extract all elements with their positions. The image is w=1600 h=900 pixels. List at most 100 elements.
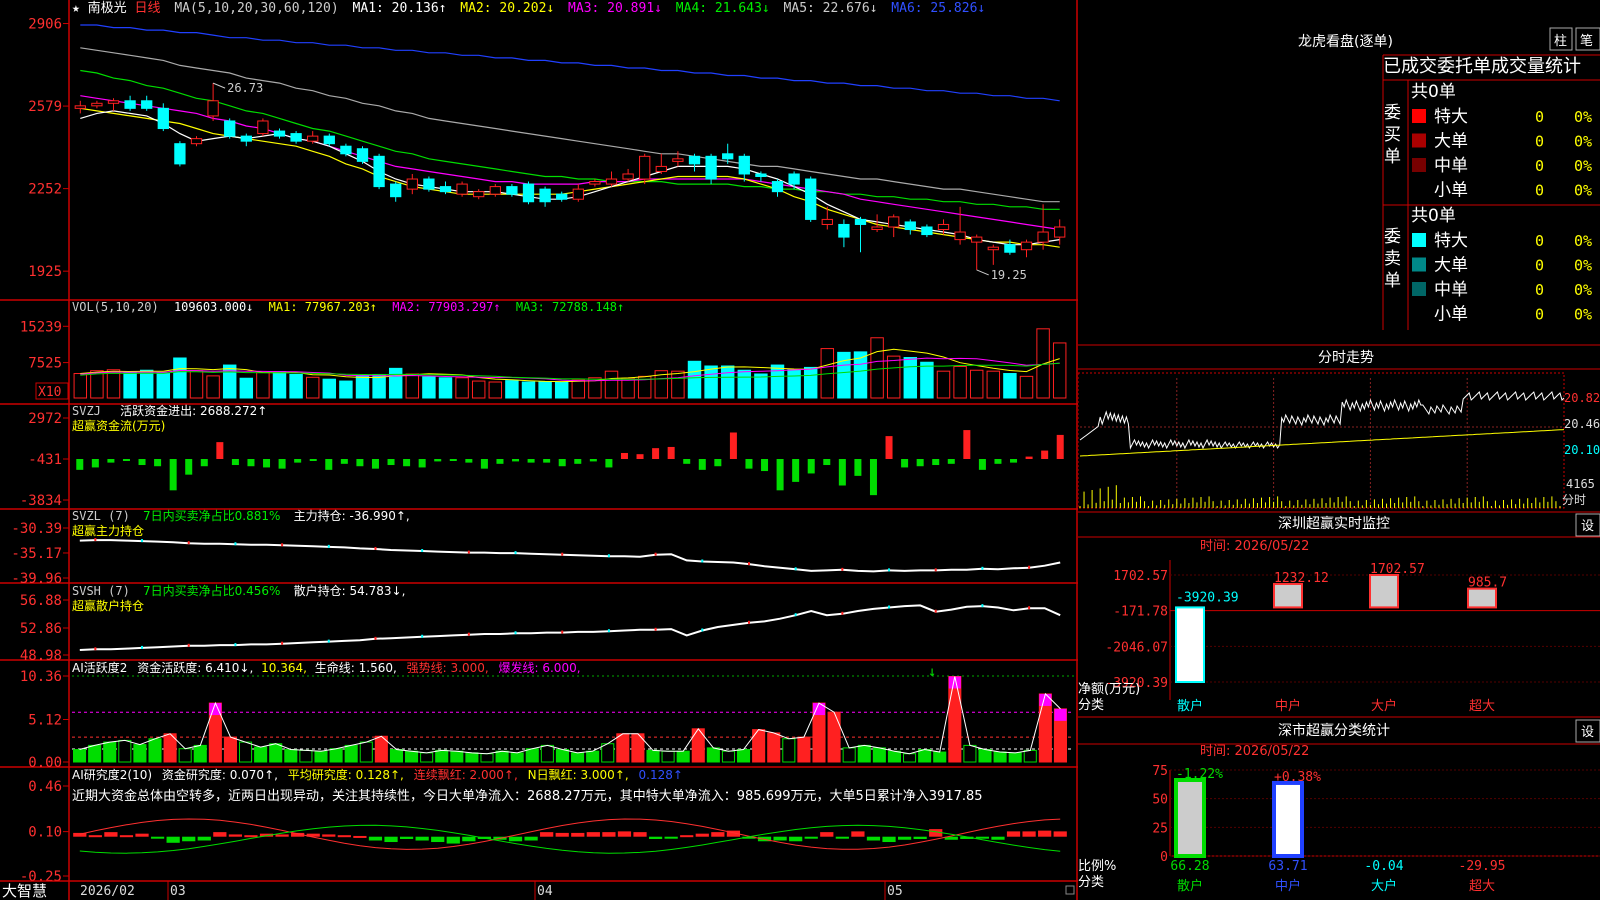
monitor-category: 大户 [1371, 698, 1397, 714]
buy-label-3: 单 [1384, 147, 1401, 167]
candle-body [738, 155, 750, 175]
ai2-header: AI活跃度2 资金活跃度: 6.410↓, 10.364, 生命线: 1.560… [72, 660, 581, 675]
vol-header: VOL(5,10,20) 109603.000↓ MA1: 77967.203↑… [72, 300, 624, 314]
sz-monitor-panel[interactable]: 深圳超赢实时监控 设 时间: 2026/05/22 1702.57 -171.78… [1078, 513, 1600, 718]
svzj-subtitle: 超赢资金流(万元) [72, 418, 165, 433]
svzl-header: SVZL (7) 7日内买卖净占比0.881% 主力持仓: -36.990↑, [72, 508, 410, 523]
activity-bar [857, 744, 871, 763]
activity-bar [767, 732, 781, 763]
candle-body [871, 226, 883, 231]
activity-bar [661, 750, 675, 763]
activity-bar [178, 748, 192, 763]
intraday-panel[interactable]: 分时走势 20.82 20.46 20.10 4165 分时 [1078, 350, 1600, 513]
activity-burst-cap [1054, 708, 1067, 721]
svsh-tick-mark [747, 620, 750, 624]
legend-swatch [1412, 282, 1426, 296]
volume-bar [422, 376, 436, 399]
candle-body [489, 186, 501, 195]
volume-bar [704, 365, 718, 399]
activity-bar [706, 747, 720, 763]
sell-label-2: 卖 [1384, 249, 1401, 269]
fund-flow-bar [107, 459, 115, 463]
retail-panel[interactable]: 56.88 52.86 48.98 [20, 593, 1061, 664]
svzl-tick-mark [187, 541, 190, 545]
volume-bar [289, 373, 303, 399]
svsh-header: SVSH (7) 7日内买卖净占比0.456% 散户持仓: 54.783↓, [72, 583, 405, 598]
lock-icon[interactable] [1065, 885, 1075, 895]
fund-flow-bar [932, 459, 940, 466]
candle-body [987, 246, 999, 251]
volume-bar [156, 372, 171, 399]
right-sidebar[interactable]: 龙虎看盘(逐单) 柱 笔 已成交委托单成交量统计 委买单委卖单共0单共0单特大 0… [1078, 0, 1600, 900]
time-label-may: 05 [887, 884, 903, 899]
candle-body [1037, 231, 1049, 243]
activity-bar [359, 741, 373, 763]
fund-flow-bar [278, 459, 286, 469]
fund-flow-bar [1010, 459, 1018, 463]
volume-bar [720, 365, 735, 399]
volume-bar [405, 373, 420, 399]
ma20-line [80, 95, 1060, 231]
research-bar [119, 835, 134, 838]
svsh-axis-label: 48.98 [20, 648, 62, 664]
fund-flow-bar [527, 459, 535, 463]
research-red-line [79, 818, 1061, 850]
research-bar [680, 835, 694, 838]
fund-flow-bar [963, 430, 971, 459]
candle-body [141, 100, 153, 109]
fund-flow-bar [449, 459, 457, 461]
activity-bar [420, 752, 434, 763]
fund-flow-bar [138, 459, 146, 466]
volume-bar [239, 377, 254, 399]
ai-activity-panel[interactable]: 10.36 5.12 0.00 ↓ [20, 664, 1074, 771]
research-bar [711, 832, 725, 837]
activity-bar [721, 750, 735, 763]
candle-body [190, 138, 203, 145]
activity-bar [480, 753, 494, 763]
main-force-panel[interactable]: -30.39 -35.17 -39.96 [11, 521, 1061, 587]
svsh-line [79, 604, 1061, 651]
svzl-tick-mark [234, 542, 237, 546]
svg-text:设: 设 [1581, 725, 1594, 740]
volume-bar [687, 360, 702, 399]
research-bar [820, 832, 834, 837]
research-bar [695, 833, 709, 837]
research-bar [462, 836, 476, 842]
fund-flow-bar [683, 459, 691, 464]
svzj-axis-label: -431 [28, 452, 62, 468]
fund-flow-bar [465, 459, 473, 463]
svzl-tick-mark [467, 550, 470, 554]
fund-flow-panel[interactable]: 2972 -431 -3834 [20, 411, 1064, 509]
intraday-price-line [1079, 391, 1565, 450]
activity-bar [103, 741, 117, 763]
candle-body [439, 186, 452, 193]
research-bar [633, 832, 647, 837]
activity-bar [571, 752, 585, 763]
candle-body [605, 178, 618, 185]
fund-flow-bar [91, 459, 99, 468]
volume-panel[interactable]: 15239 7525 X10 [20, 319, 1067, 400]
activity-bar [918, 749, 932, 763]
class-bottom-label: -0.04 [1364, 859, 1403, 874]
activity-bar [737, 749, 751, 763]
candle-body [356, 148, 369, 162]
volume-bar [920, 361, 934, 399]
fund-flow-bar [652, 448, 660, 459]
k-line-chart-area[interactable]: 290625792252192526.7319.25 152397525X10 … [0, 0, 1078, 900]
fund-flow-bar [605, 459, 613, 468]
sz-class-panel[interactable]: 深市超赢分类统计 设 时间: 2026/05/22 75 50 25 0 -1.22% +… [1078, 719, 1600, 894]
research-bar [88, 835, 102, 838]
research-bar [135, 833, 149, 837]
research-bar [150, 836, 165, 839]
candle-body [771, 181, 784, 193]
volume-bar [986, 370, 1001, 399]
lhb-panel[interactable]: 龙虎看盘(逐单) 柱 笔 已成交委托单成交量统计 委买单委卖单共0单共0单特大 0… [1078, 27, 1600, 346]
class-bar-top-label: -1.22% [1176, 767, 1223, 782]
candle-body [722, 153, 734, 160]
fund-flow-bar [838, 459, 846, 486]
price-panel[interactable]: 2906 2579 2252 1925 26.73 19.25 [28, 17, 1066, 282]
activity-bar [782, 738, 796, 763]
candle-body [821, 218, 833, 225]
volume-bar [388, 367, 403, 399]
monitor-bar-label: 985.7 [1468, 576, 1507, 591]
